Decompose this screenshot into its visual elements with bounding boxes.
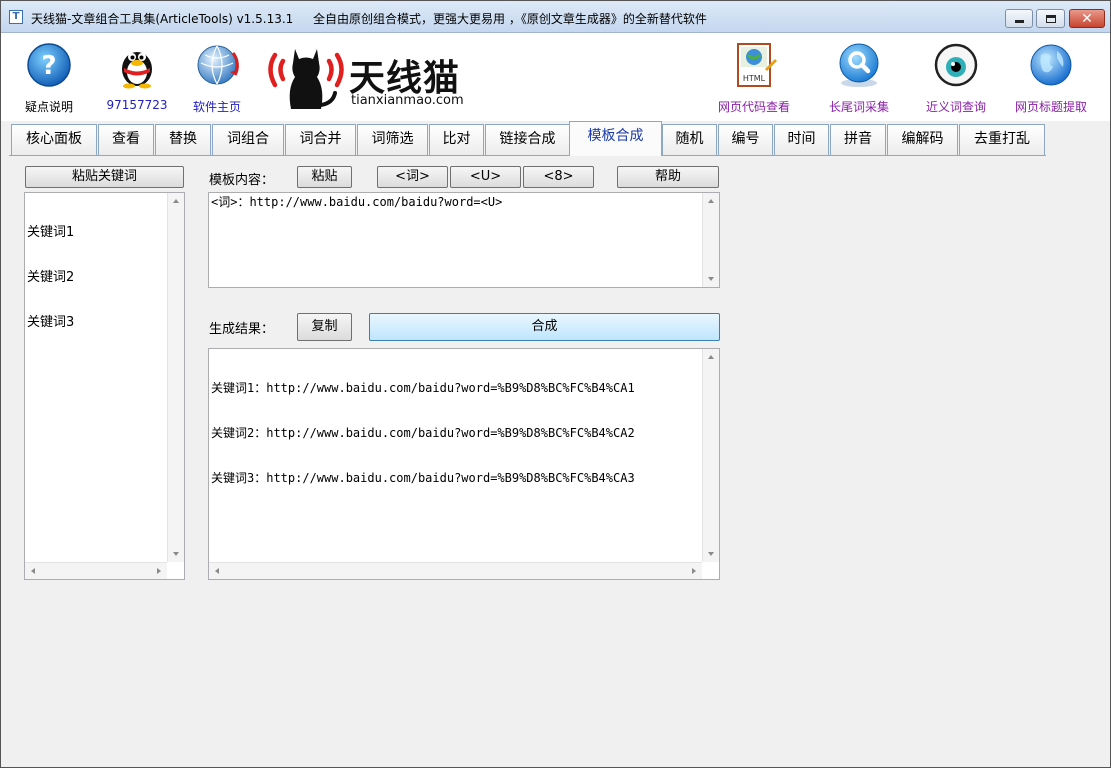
brand-logo: 天线猫 tianxianmao.com	[263, 39, 473, 117]
synonym-label: 近义词查询	[925, 100, 986, 114]
app-icon: T	[9, 10, 23, 24]
scroll-left-icon[interactable]	[215, 568, 219, 574]
keywords-horizontal-scrollbar[interactable]	[25, 562, 167, 579]
result-line: 关键词1：http://www.baidu.com/baidu?word=%B9…	[211, 381, 635, 395]
qq-number-label: 97157723	[106, 98, 168, 112]
globe-icon	[197, 45, 239, 85]
insert-word-tag-button[interactable]: <词>	[377, 166, 448, 188]
result-label: 生成结果：	[209, 322, 275, 337]
maximize-icon	[1045, 14, 1056, 23]
html-file-icon: HTML	[737, 43, 777, 87]
keywords-textarea[interactable]: 关键词1 关键词2 关键词3	[24, 192, 185, 580]
svg-text:?: ?	[41, 51, 56, 81]
result-vertical-scrollbar[interactable]	[702, 349, 719, 562]
html-viewer-label: 网页代码查看	[717, 100, 790, 114]
paste-template-button[interactable]: 粘贴	[297, 166, 352, 188]
insert-url-tag-button[interactable]: <U>	[450, 166, 521, 188]
window-slogan: 全自由原创组合模式，更强大更易用 ，《原创文章生成器》的全新替代软件	[313, 12, 707, 26]
tab-random[interactable]: 随机	[662, 124, 717, 155]
template-vertical-scrollbar[interactable]	[702, 193, 719, 287]
tab-view[interactable]: 查看	[98, 124, 154, 155]
tab-core-panel[interactable]: 核心面板	[11, 124, 97, 155]
synonym-tool[interactable]: 近义词查询	[911, 33, 1001, 121]
longtail-label: 长尾词采集	[828, 100, 889, 114]
qq-penguin-icon	[122, 52, 152, 89]
longtail-tool[interactable]: 长尾词采集	[814, 33, 904, 121]
minimize-button[interactable]	[1005, 9, 1033, 28]
compose-button[interactable]: 合成	[369, 313, 720, 341]
tab-pinyin[interactable]: 拼音	[830, 124, 886, 155]
title-extract-tool[interactable]: 网页标题提取	[1006, 33, 1096, 121]
tab-replace[interactable]: 替换	[155, 124, 211, 155]
scroll-up-icon[interactable]	[708, 199, 714, 203]
help-tool[interactable]: ? 疑点说明	[4, 33, 94, 121]
eye-icon	[934, 43, 978, 87]
header-toolbar: ? 疑点说明 97157723 软件主页 天线猫 tianxianmao.com…	[1, 33, 1110, 121]
minimize-icon	[1014, 20, 1024, 23]
title-extract-label: 网页标题提取	[1014, 100, 1087, 114]
template-textarea[interactable]: <词>：http://www.baidu.com/baidu?word=<U>	[208, 192, 720, 288]
maximize-button[interactable]	[1036, 9, 1065, 28]
qq-tool[interactable]: 97157723	[92, 33, 182, 121]
magnifier-icon	[839, 43, 879, 87]
scroll-down-icon[interactable]	[708, 552, 714, 556]
homepage-label: 软件主页	[192, 100, 241, 114]
keyword-line: 关键词1	[27, 225, 75, 240]
copy-button[interactable]: 复制	[297, 313, 352, 341]
template-compose-panel: 粘贴关键词 关键词1 关键词2 关键词3 模板内容： 粘贴 <词> <U> <8…	[1, 157, 1110, 767]
template-label: 模板内容：	[209, 173, 275, 188]
html-viewer-tool[interactable]: HTML 网页代码查看	[709, 33, 799, 121]
template-content: <词>：http://www.baidu.com/baidu?word=<U>	[211, 195, 503, 209]
scroll-left-icon[interactable]	[31, 568, 35, 574]
tab-bar: 核心面板 查看 替换 词组合 词合并 词筛选 比对 链接合成 模板合成 随机 编…	[1, 121, 1110, 157]
result-textarea[interactable]: 关键词1：http://www.baidu.com/baidu?word=%B9…	[208, 348, 720, 580]
tab-baseline	[9, 155, 1046, 156]
scroll-right-icon[interactable]	[692, 568, 696, 574]
tab-link-compose[interactable]: 链接合成	[485, 124, 570, 155]
homepage-tool[interactable]: 软件主页	[172, 33, 262, 121]
keywords-content: 关键词1 关键词2 关键词3	[27, 195, 74, 360]
keyword-line: 关键词2	[27, 270, 75, 285]
globe-icon	[1030, 44, 1072, 86]
close-button[interactable]: ✕	[1069, 9, 1105, 28]
tab-template-compose[interactable]: 模板合成	[569, 121, 662, 156]
keywords-vertical-scrollbar[interactable]	[167, 193, 184, 562]
tab-word-merge[interactable]: 词合并	[285, 124, 356, 155]
logo-url: tianxianmao.com	[351, 93, 464, 108]
help-button[interactable]: 帮助	[617, 166, 719, 188]
svg-text:HTML: HTML	[743, 74, 766, 83]
result-line: 关键词2：http://www.baidu.com/baidu?word=%B9…	[211, 426, 635, 440]
result-line: 关键词3：http://www.baidu.com/baidu?word=%B9…	[211, 471, 635, 485]
scroll-right-icon[interactable]	[157, 568, 161, 574]
tab-compare[interactable]: 比对	[429, 124, 484, 155]
tab-time[interactable]: 时间	[774, 124, 829, 155]
help-label: 疑点说明	[24, 100, 73, 114]
paste-keywords-button[interactable]: 粘贴关键词	[25, 166, 184, 188]
tab-numbering[interactable]: 编号	[718, 124, 773, 155]
tab-dedupe-shuffle[interactable]: 去重打乱	[959, 124, 1045, 155]
scroll-up-icon[interactable]	[708, 355, 714, 359]
help-icon: ?	[27, 43, 71, 87]
tab-word-combine[interactable]: 词组合	[212, 124, 284, 155]
scroll-down-icon[interactable]	[173, 552, 179, 556]
tab-word-filter[interactable]: 词筛选	[357, 124, 428, 155]
scroll-down-icon[interactable]	[708, 277, 714, 281]
title-bar[interactable]: T 天线猫-文章组合工具集(ArticleTools) v1.5.13.1 全自…	[1, 1, 1110, 33]
window-title: 天线猫-文章组合工具集(ArticleTools) v1.5.13.1	[31, 12, 294, 26]
result-content: 关键词1：http://www.baidu.com/baidu?word=%B9…	[211, 351, 635, 516]
scroll-up-icon[interactable]	[173, 199, 179, 203]
close-icon: ✕	[1081, 10, 1093, 27]
keyword-line: 关键词3	[27, 315, 75, 330]
tab-encode-decode[interactable]: 编解码	[887, 124, 958, 155]
result-horizontal-scrollbar[interactable]	[209, 562, 702, 579]
insert-gbk-tag-button[interactable]: <8>	[523, 166, 594, 188]
cat-logo-icon	[268, 49, 344, 109]
app-window: T 天线猫-文章组合工具集(ArticleTools) v1.5.13.1 全自…	[0, 0, 1111, 768]
